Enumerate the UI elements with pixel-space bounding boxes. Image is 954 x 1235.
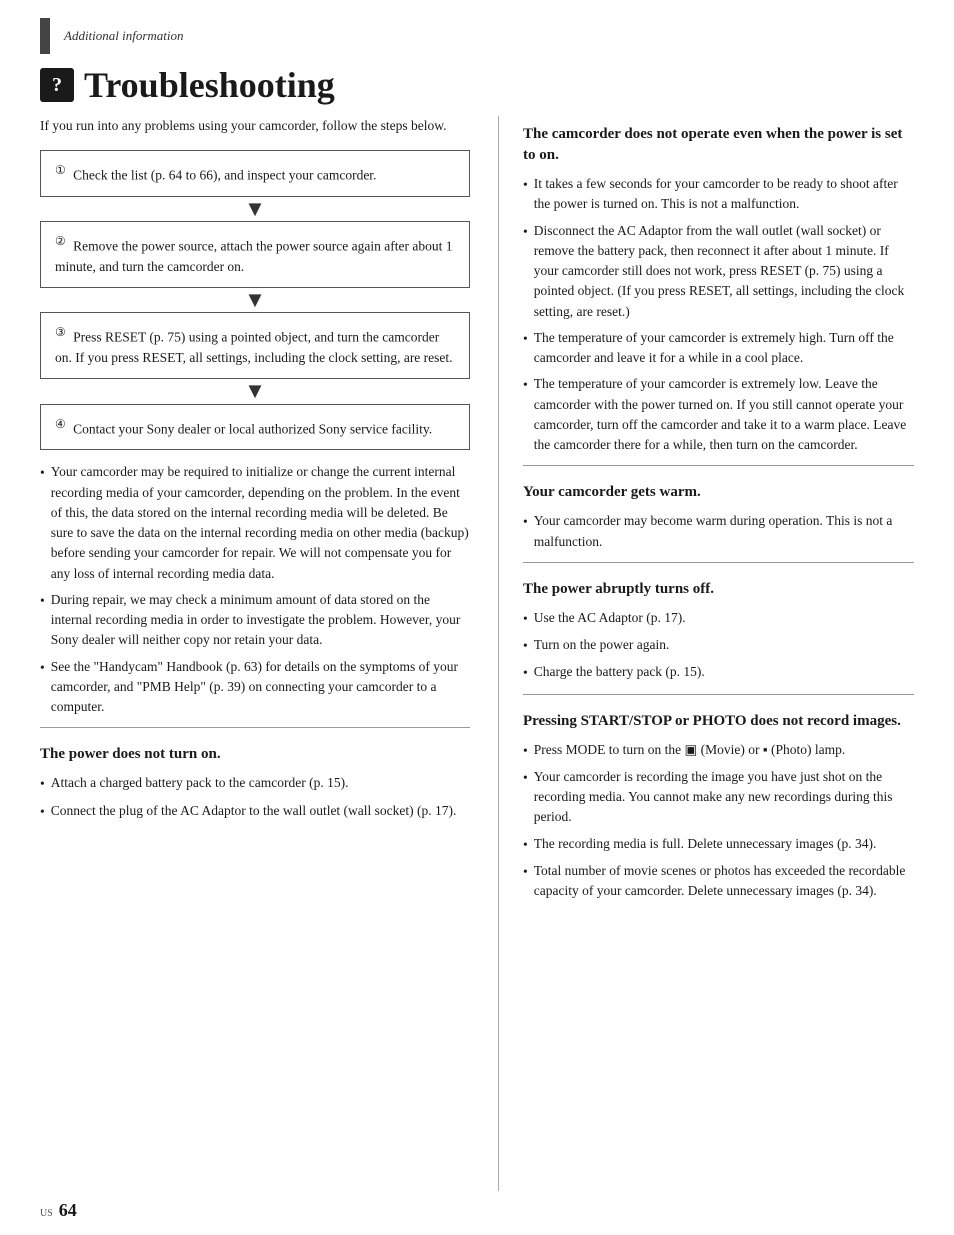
bullet-item: • Your camcorder may become warm during … bbox=[523, 511, 914, 552]
bullet-text: Your camcorder is recording the image yo… bbox=[534, 767, 914, 828]
page: Additional information ? Troubleshooting… bbox=[0, 0, 954, 1235]
bullet-text: Total number of movie scenes or photos h… bbox=[534, 861, 914, 902]
bullet-text: See the "Handycam" Handbook (p. 63) for … bbox=[51, 657, 470, 718]
arrow-1: ▼ bbox=[40, 197, 470, 221]
bullet-dot: • bbox=[523, 862, 528, 902]
power-off-heading: The power does not turn on. bbox=[40, 736, 470, 765]
bullet-text: The temperature of your camcorder is ext… bbox=[534, 374, 914, 455]
section-power-off: The power abruptly turns off. • Use the … bbox=[523, 571, 914, 684]
step-num-2: ② bbox=[55, 234, 66, 248]
step-box-1: ① Check the list (p. 64 to 66), and insp… bbox=[40, 150, 470, 197]
bullet-item: • The recording media is full. Delete un… bbox=[523, 834, 914, 855]
bullet-item: • It takes a few seconds for your camcor… bbox=[523, 174, 914, 215]
content-area: If you run into any problems using your … bbox=[0, 116, 954, 1191]
bullet-text: Charge the battery pack (p. 15). bbox=[534, 662, 705, 683]
bullet-dot: • bbox=[40, 802, 45, 822]
bullet-item: • The temperature of your camcorder is e… bbox=[523, 328, 914, 369]
accent-block bbox=[40, 18, 50, 54]
section-heading-gets-warm: Your camcorder gets warm. bbox=[523, 474, 914, 503]
divider bbox=[523, 562, 914, 563]
page-title-container: ? Troubleshooting bbox=[0, 60, 954, 116]
bullet-dot: • bbox=[523, 609, 528, 629]
bullet-dot: • bbox=[523, 636, 528, 656]
section-no-operate: The camcorder does not operate even when… bbox=[523, 116, 914, 455]
step-num-1: ① bbox=[55, 163, 66, 177]
bullet-item: • During repair, we may check a minimum … bbox=[40, 590, 470, 651]
bullet-item: • Charge the battery pack (p. 15). bbox=[523, 662, 914, 683]
page-footer: US 64 bbox=[0, 1191, 954, 1235]
divider bbox=[40, 727, 470, 728]
bullet-text: Attach a charged battery pack to the cam… bbox=[51, 773, 349, 794]
question-icon: ? bbox=[40, 68, 74, 102]
bullet-text: Turn on the power again. bbox=[534, 635, 670, 656]
bullet-item: • The temperature of your camcorder is e… bbox=[523, 374, 914, 455]
step-num-3: ③ bbox=[55, 325, 66, 339]
section-gets-warm: Your camcorder gets warm. • Your camcord… bbox=[523, 474, 914, 552]
section-heading-start-stop: Pressing START/STOP or PHOTO does not re… bbox=[523, 703, 914, 732]
bullet-text: Your camcorder may become warm during op… bbox=[534, 511, 914, 552]
bullet-item: • Use the AC Adaptor (p. 17). bbox=[523, 608, 914, 629]
bullet-text: The recording media is full. Delete unne… bbox=[534, 834, 877, 855]
bullet-text: Connect the plug of the AC Adaptor to th… bbox=[51, 801, 457, 822]
bullet-dot: • bbox=[523, 222, 528, 322]
bullet-text: Press MODE to turn on the ▣ (Movie) or ▪… bbox=[534, 740, 846, 761]
left-column: If you run into any problems using your … bbox=[40, 116, 470, 1191]
divider bbox=[523, 465, 914, 466]
step-box-2: ② Remove the power source, attach the po… bbox=[40, 221, 470, 288]
bullet-item: • See the "Handycam" Handbook (p. 63) fo… bbox=[40, 657, 470, 718]
bullet-item: • Total number of movie scenes or photos… bbox=[523, 861, 914, 902]
step-text-3: Press RESET (p. 75) using a pointed obje… bbox=[55, 330, 453, 365]
bullet-dot: • bbox=[523, 741, 528, 761]
bullet-dot: • bbox=[40, 774, 45, 794]
bullet-dot: • bbox=[523, 835, 528, 855]
step-box-3: ③ Press RESET (p. 75) using a pointed ob… bbox=[40, 312, 470, 379]
bullet-dot: • bbox=[523, 375, 528, 455]
step-box-4: ④ Contact your Sony dealer or local auth… bbox=[40, 404, 470, 451]
bullet-dot: • bbox=[523, 175, 528, 215]
section-label: Additional information bbox=[64, 28, 184, 44]
header-bar: Additional information bbox=[0, 0, 954, 60]
section-heading-power-off: The power abruptly turns off. bbox=[523, 571, 914, 600]
bullet-dot: • bbox=[523, 329, 528, 369]
right-column: The camcorder does not operate even when… bbox=[498, 116, 914, 1191]
step-text-4: Contact your Sony dealer or local author… bbox=[73, 421, 432, 436]
intro-text: If you run into any problems using your … bbox=[40, 116, 470, 136]
page-title: Troubleshooting bbox=[84, 64, 335, 106]
bullet-item: • Press MODE to turn on the ▣ (Movie) or… bbox=[523, 740, 914, 761]
bullet-text: During repair, we may check a minimum am… bbox=[51, 590, 470, 651]
bullet-item: • Connect the plug of the AC Adaptor to … bbox=[40, 801, 470, 822]
bullet-item: • Your camcorder may be required to init… bbox=[40, 462, 470, 584]
bullet-text: The temperature of your camcorder is ext… bbox=[534, 328, 914, 369]
bullet-text: Disconnect the AC Adaptor from the wall … bbox=[534, 221, 914, 322]
bullet-text: It takes a few seconds for your camcorde… bbox=[534, 174, 914, 215]
step-text-2: Remove the power source, attach the powe… bbox=[55, 239, 453, 274]
bullet-item: • Attach a charged battery pack to the c… bbox=[40, 773, 470, 794]
step-text-1: Check the list (p. 64 to 66), and inspec… bbox=[73, 168, 376, 183]
bullet-item: • Disconnect the AC Adaptor from the wal… bbox=[523, 221, 914, 322]
section-start-stop: Pressing START/STOP or PHOTO does not re… bbox=[523, 703, 914, 902]
arrow-2: ▼ bbox=[40, 288, 470, 312]
section-heading-no-operate: The camcorder does not operate even when… bbox=[523, 116, 914, 166]
power-off-section: The power does not turn on. • Attach a c… bbox=[40, 736, 470, 822]
us-label: US bbox=[40, 1209, 53, 1219]
bullet-dot: • bbox=[40, 463, 45, 584]
page-number: 64 bbox=[59, 1201, 77, 1219]
divider bbox=[523, 694, 914, 695]
bullet-text: Use the AC Adaptor (p. 17). bbox=[534, 608, 686, 629]
bullet-dot: • bbox=[523, 512, 528, 552]
bullet-dot: • bbox=[523, 768, 528, 828]
left-bullets: • Your camcorder may be required to init… bbox=[40, 462, 470, 717]
bullet-dot: • bbox=[523, 663, 528, 683]
step-num-4: ④ bbox=[55, 417, 66, 431]
bullet-dot: • bbox=[40, 658, 45, 718]
bullet-item: • Turn on the power again. bbox=[523, 635, 914, 656]
steps-container: ① Check the list (p. 64 to 66), and insp… bbox=[40, 150, 470, 450]
bullet-dot: • bbox=[40, 591, 45, 651]
bullet-item: • Your camcorder is recording the image … bbox=[523, 767, 914, 828]
bullet-text: Your camcorder may be required to initia… bbox=[51, 462, 470, 584]
arrow-3: ▼ bbox=[40, 379, 470, 403]
